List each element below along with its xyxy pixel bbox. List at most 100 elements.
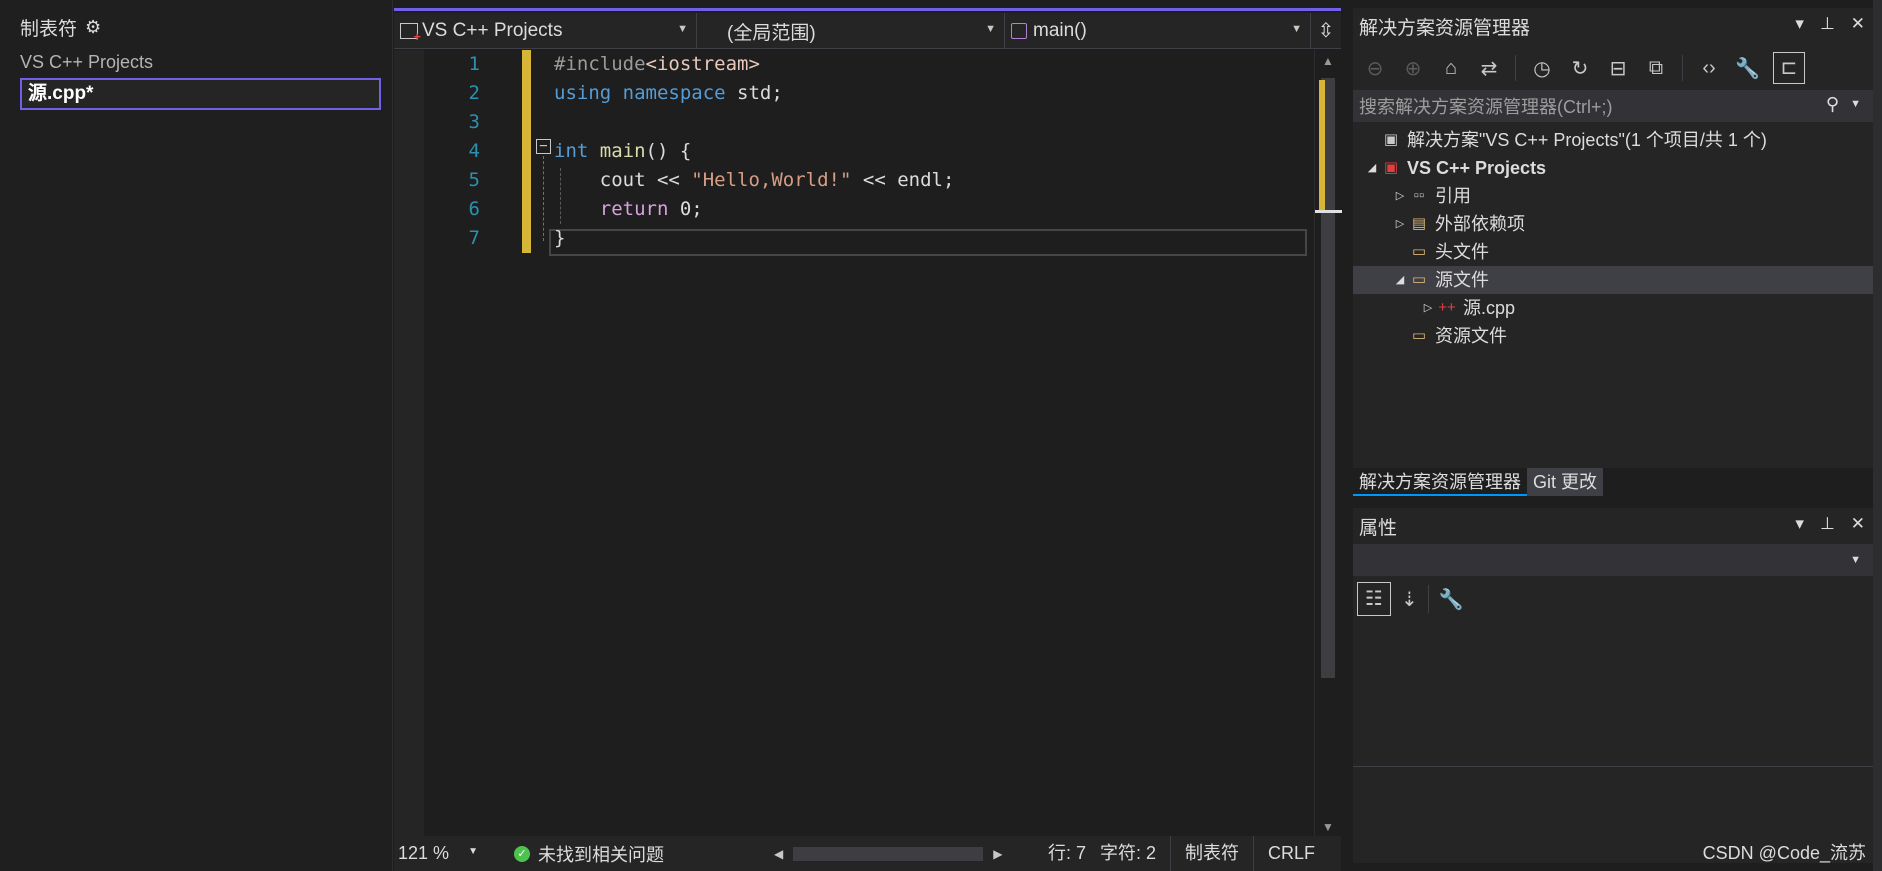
filter-folder-icon: ▭ [1411, 243, 1427, 260]
pin-icon[interactable]: ⊥ [1820, 514, 1835, 534]
cpp-file-icon: ++ [1438, 299, 1456, 316]
project-dropdown[interactable]: VS C++ Projects ▼ [394, 13, 697, 49]
code-line[interactable]: return 0; [554, 195, 1314, 224]
collapse-all-icon[interactable]: ⊟ [1606, 56, 1630, 81]
keyword: return [554, 198, 669, 220]
solution-icon: ▣ [1383, 131, 1399, 148]
solution-explorer-panel: 解决方案资源管理器 ▾ ⊥ ✕ ⊖ ⊕ ⌂ ⇄ ◷ ↻ ⊟ ⧉ ‹› 🔧 ⊏ 搜… [1353, 8, 1873, 468]
chevron-down-icon[interactable]: ▼ [1850, 98, 1861, 110]
punctuation: () { [645, 140, 692, 162]
sync-icon[interactable]: ↻ [1568, 56, 1592, 81]
scroll-down-icon[interactable]: ▼ [1322, 820, 1334, 834]
pin-icon[interactable]: ⊥ [1820, 14, 1835, 34]
switch-views-icon[interactable]: ⇄ [1477, 56, 1501, 81]
line-number: 3 [468, 111, 480, 133]
search-placeholder: 搜索解决方案资源管理器(Ctrl+;) [1359, 97, 1613, 117]
project-dropdown-label: VS C++ Projects [422, 20, 563, 41]
scope-dropdown-label: (全局范围) [727, 22, 816, 44]
folder-icon: ▤ [1411, 215, 1427, 232]
object-selector[interactable]: ▼ [1353, 544, 1873, 576]
eol-indicator[interactable]: CRLF [1253, 836, 1329, 871]
open-file-tab[interactable]: 源.cpp* [20, 78, 381, 110]
issues-indicator[interactable]: ✓ 未找到相关问题 [514, 841, 774, 867]
char-indicator[interactable]: 字符: 2 [1100, 836, 1170, 871]
code-line[interactable]: int main() { [554, 137, 1314, 166]
code-editor: VS C++ Projects ▼ (全局范围) ▼ main() ▼ ⇳ 1 … [394, 8, 1342, 871]
code-line[interactable]: using namespace std; [554, 79, 1314, 108]
solution-explorer-header: 解决方案资源管理器 ▾ ⊥ ✕ [1353, 8, 1873, 44]
code-line[interactable]: #include<iostream> [554, 50, 1314, 79]
line-number: 1 [468, 53, 480, 75]
tab-git-changes[interactable]: Git 更改 [1527, 468, 1604, 496]
hscroll-thumb[interactable] [793, 846, 984, 861]
collapse-icon[interactable]: − [536, 139, 551, 154]
search-icon[interactable]: ⚲ [1826, 94, 1839, 115]
chevron-down-icon: ▼ [985, 23, 996, 35]
keyword: namespace [611, 82, 726, 104]
change-marker-bar [522, 50, 531, 253]
collapsed-arrow-icon[interactable]: ▷ [1393, 182, 1407, 210]
tree-item-sources[interactable]: ◢ ▭ 源文件 [1353, 266, 1873, 294]
tree-item-external-deps[interactable]: ▷ ▤ 外部依赖项 [1353, 210, 1873, 238]
chevron-down-icon[interactable]: ▾ [1795, 514, 1804, 534]
line-indicator[interactable]: 行: 7 [1034, 836, 1100, 871]
zoom-dropdown[interactable]: 121 % ▼ [394, 843, 484, 864]
expanded-arrow-icon[interactable]: ◢ [1393, 266, 1407, 294]
tree-item-source-file[interactable]: ▷ ++ 源.cpp [1353, 294, 1873, 322]
horizontal-scrollbar[interactable]: ◀ ▶ [774, 846, 1014, 861]
tree-item-headers[interactable]: ▭ 头文件 [1353, 238, 1873, 266]
code-line[interactable]: } [554, 224, 1314, 253]
code-area[interactable]: #include<iostream> using namespace std; … [554, 50, 1314, 253]
tab-solution-explorer[interactable]: 解决方案资源管理器 [1353, 468, 1527, 496]
tree-item-project[interactable]: ◢ ▣ VS C++ Projects [1353, 154, 1873, 182]
home-icon[interactable]: ⌂ [1439, 57, 1463, 80]
scroll-up-icon[interactable]: ▲ [1322, 54, 1334, 68]
pending-changes-filter-icon[interactable]: ◷ [1530, 56, 1554, 81]
close-icon[interactable]: ✕ [1851, 514, 1865, 534]
tabs-panel-project-label: VS C++ Projects [20, 52, 154, 72]
code-line[interactable] [554, 108, 1314, 137]
close-icon[interactable]: ✕ [1851, 14, 1865, 34]
preprocessor-directive: #include [554, 53, 646, 75]
vertical-scrollbar[interactable]: ▲ ▼ [1314, 50, 1342, 840]
scope-dropdown[interactable]: (全局范围) ▼ [697, 13, 1005, 49]
tree-item-solution[interactable]: ▣ 解决方案"VS C++ Projects"(1 个项目/共 1 个) [1353, 126, 1873, 154]
code-line[interactable]: cout << "Hello,World!" << endl; [554, 166, 1314, 195]
show-all-files-icon[interactable]: ⧉ [1644, 57, 1668, 80]
tabs-indicator[interactable]: 制表符 [1170, 836, 1253, 871]
expanded-arrow-icon[interactable]: ◢ [1365, 154, 1379, 182]
chevron-down-icon[interactable]: ▾ [1795, 14, 1804, 34]
function-dropdown-label: main() [1033, 20, 1087, 41]
zoom-level: 121 % [398, 843, 450, 863]
identifier: cout << [554, 169, 692, 191]
editor-gutter [394, 50, 424, 840]
description-divider [1353, 766, 1873, 767]
gear-icon[interactable]: ⚙ [85, 17, 101, 38]
preview-selected-icon[interactable]: ⊏ [1773, 52, 1805, 84]
toolbar-separator [1427, 585, 1429, 613]
tree-item-label: 引用 [1435, 186, 1471, 206]
chevron-down-icon[interactable]: ▼ [1850, 554, 1861, 566]
collapsed-arrow-icon[interactable]: ▷ [1421, 294, 1435, 322]
function-dropdown[interactable]: main() ▼ [1005, 13, 1311, 49]
wrench-icon[interactable]: 🔧 [1735, 56, 1760, 81]
wrench-icon[interactable]: 🔧 [1439, 587, 1464, 612]
collapsed-arrow-icon[interactable]: ▷ [1393, 210, 1407, 238]
editor-active-border [394, 8, 1341, 11]
back-icon[interactable]: ⊖ [1363, 56, 1387, 81]
alphabetical-icon[interactable]: ⇣ [1401, 587, 1418, 612]
view-code-icon[interactable]: ‹› [1697, 57, 1721, 80]
line-number: 5 [468, 169, 480, 191]
solution-tree: ▣ 解决方案"VS C++ Projects"(1 个项目/共 1 个) ◢ ▣… [1353, 126, 1873, 350]
cpp-project-icon: ▣ [1383, 159, 1399, 176]
forward-icon[interactable]: ⊕ [1401, 56, 1425, 81]
split-editor-icon[interactable]: ⇳ [1311, 13, 1341, 48]
scroll-right-icon[interactable]: ▶ [993, 847, 1002, 861]
tree-item-references[interactable]: ▷ ▫▫ 引用 [1353, 182, 1873, 210]
tree-item-resources[interactable]: ▭ 资源文件 [1353, 322, 1873, 350]
solution-explorer-search[interactable]: 搜索解决方案资源管理器(Ctrl+;) ⚲ ▼ [1353, 90, 1873, 122]
scroll-left-icon[interactable]: ◀ [774, 847, 783, 861]
toolbar-separator [1515, 55, 1516, 81]
tree-item-label: VS C++ Projects [1407, 158, 1547, 178]
categorized-icon[interactable]: ☷ [1357, 582, 1391, 616]
